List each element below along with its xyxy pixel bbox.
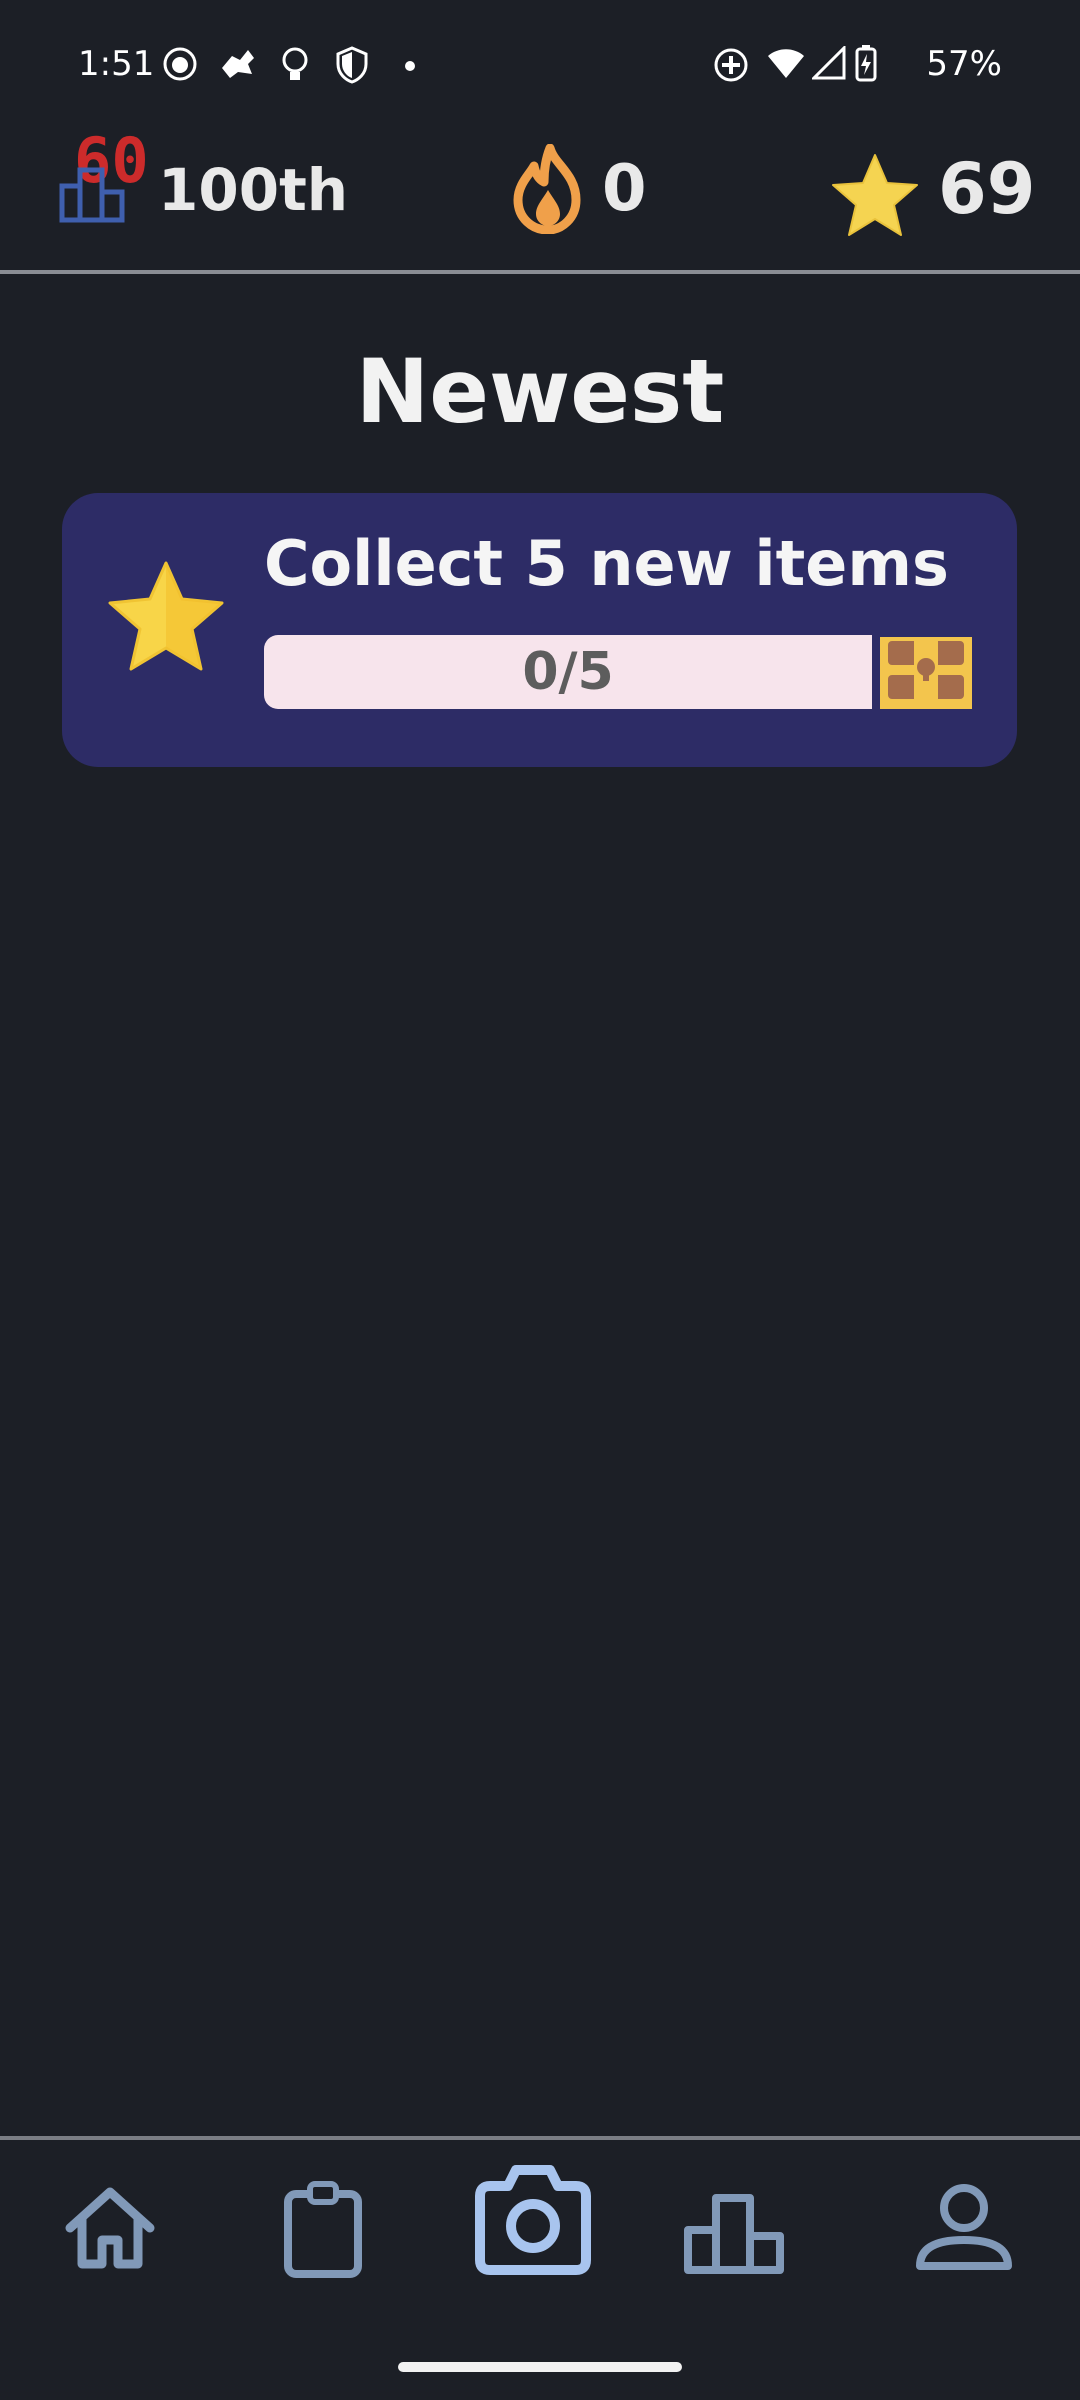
quest-progress-bar: 0/5	[264, 635, 872, 709]
streak-value: 0	[602, 152, 647, 226]
profile-icon[interactable]	[912, 2178, 1016, 2278]
camera-icon[interactable]	[470, 2162, 596, 2278]
clipboard-icon[interactable]	[278, 2178, 368, 2278]
dot-icon	[405, 61, 415, 71]
battery-charging-icon	[855, 45, 877, 82]
quest-star-icon	[108, 561, 224, 671]
status-time: 1:51	[78, 44, 155, 84]
stars-value: 69	[938, 148, 1036, 230]
status-bar: 1:51 57%	[0, 0, 1080, 130]
screen: 1:51 57% 60 100th 0 69 Newest Collect 5 …	[0, 0, 1080, 2400]
rank-value: 100th	[158, 156, 349, 224]
treasure-chest-icon[interactable]	[878, 635, 974, 711]
bottom-nav	[0, 2140, 1080, 2340]
wifi-icon	[768, 49, 804, 78]
stats-bar: 60 100th 0 69	[0, 130, 1080, 270]
cell-signal-icon	[812, 46, 846, 80]
quest-title: Collect 5 new items	[264, 527, 949, 600]
location-icon	[714, 48, 748, 82]
home-icon[interactable]	[60, 2178, 160, 2278]
lightbulb-icon	[282, 47, 308, 80]
battery-percent: 57%	[926, 44, 1002, 84]
page-title: Newest	[355, 340, 725, 443]
quest-card[interactable]: Collect 5 new items 0/5	[62, 493, 1017, 767]
cat-icon	[163, 47, 197, 81]
shield-icon	[336, 46, 368, 84]
streak-flame-icon	[513, 144, 581, 234]
quest-progress-text: 0/5	[522, 642, 614, 702]
rank-badge-text: 60	[74, 130, 149, 197]
system-status: 57%	[714, 44, 1002, 84]
top-divider	[0, 270, 1080, 274]
home-indicator[interactable]	[398, 2362, 682, 2372]
star-icon	[832, 154, 918, 236]
leaderboard-icon[interactable]	[680, 2178, 790, 2278]
bird-icon	[222, 50, 254, 78]
leaderboard-rank-icon[interactable]: 60	[58, 130, 168, 230]
